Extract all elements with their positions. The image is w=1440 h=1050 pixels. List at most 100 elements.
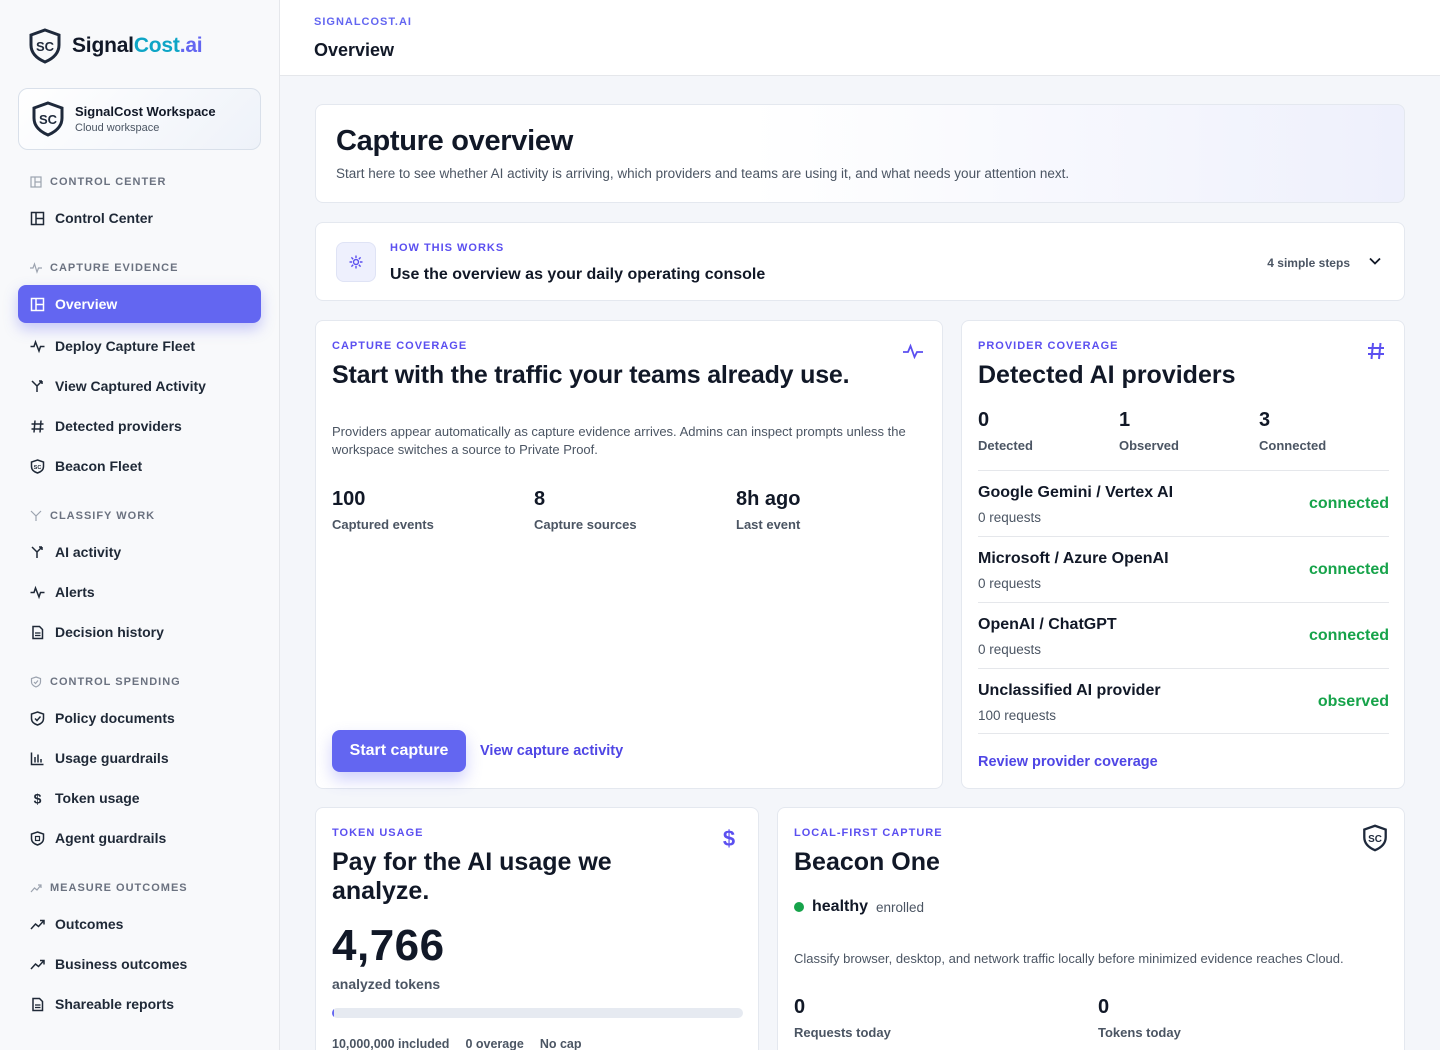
status-badge: connected [1308,561,1389,578]
stat-last-event: 8h ago Last event [736,488,801,532]
token-usage-progress-fill [332,1008,334,1018]
document-icon [32,625,44,639]
nav-section-classify-work: CLASSIFY WORK [30,510,155,522]
svg-text:SC: SC [34,465,42,471]
svg-text:SC: SC [1368,834,1382,845]
nav-item-token-usage[interactable]: $ Token usage [18,779,261,817]
layout-icon [30,176,42,188]
capture-eyebrow: CAPTURE COVERAGE [332,340,468,352]
nav-section-capture-evidence: CAPTURE EVIDENCE [30,262,178,274]
trend-up-icon [30,959,45,970]
chevron-down-icon[interactable] [1368,254,1382,268]
provider-row[interactable]: Microsoft / Azure OpenAI 0 requests conn… [978,536,1389,602]
nav-item-business-outcomes[interactable]: Business outcomes [18,945,261,983]
nav-item-shareable-reports[interactable]: Shareable reports [18,985,261,1023]
nav-item-control-center[interactable]: Control Center [18,199,261,237]
stat-connected: 3 Connected [1259,409,1327,453]
workspace-switcher[interactable]: SC SignalCost Workspace Cloud workspace [18,88,261,150]
review-provider-coverage-link[interactable]: Review provider coverage [978,754,1158,770]
brand-name: SignalCost.ai [72,34,203,57]
hash-icon [1368,342,1384,360]
nav-section-control-spending: CONTROL SPENDING [30,676,181,688]
how-this-works-panel[interactable]: HOW THIS WORKS Use the overview as your … [315,222,1405,301]
hero-title: Capture overview [336,125,573,157]
nav-item-view-captured-activity[interactable]: View Captured Activity [18,367,261,405]
how-eyebrow: HOW THIS WORKS [390,242,505,254]
nav-item-beacon-fleet[interactable]: SC Beacon Fleet [18,447,261,485]
shield-icon: SC [30,458,45,474]
beacon-eyebrow: LOCAL-FIRST CAPTURE [794,827,943,839]
pulse-icon [30,262,42,274]
shield-icon: SC [1363,824,1387,852]
nav-item-deploy-capture-fleet[interactable]: Deploy Capture Fleet [18,327,261,365]
token-meta: 10,000,000 included 0 overage No cap [332,1037,582,1050]
shield-check-icon [30,676,42,688]
how-title: Use the overview as your daily operating… [390,266,766,283]
layout-icon [30,211,45,225]
nav-item-detected-providers[interactable]: Detected providers [18,407,261,445]
stat-capture-sources: 8 Capture sources [534,488,637,532]
hash-icon [31,419,44,433]
hero-subtitle: Start here to see whether AI activity is… [336,166,1070,181]
provider-eyebrow: PROVIDER COVERAGE [978,340,1119,352]
top-header: SIGNALCOST.AI Overview [280,0,1440,76]
stat-detected: 0 Detected [978,409,1033,453]
nav-item-alerts[interactable]: Alerts [18,573,261,611]
document-icon [32,997,44,1011]
arrows-split-icon [31,379,43,392]
sparkle-icon [336,242,376,282]
status-badge: connected [1308,495,1389,512]
token-title: Pay for the AI usage we analyze. [332,848,612,905]
stat-observed: 1 Observed [1119,409,1179,453]
view-capture-activity-link[interactable]: View capture activity [480,743,623,759]
provider-row[interactable]: Google Gemini / Vertex AI 0 requests con… [978,470,1389,536]
provider-coverage-card: PROVIDER COVERAGE Detected AI providers … [961,320,1405,789]
beacon-description: Classify browser, desktop, and network t… [794,951,1344,966]
brand-logo[interactable]: SC SignalCost.ai [28,28,203,64]
nav-item-decision-history[interactable]: Decision history [18,613,261,651]
shield-check-icon [30,710,45,726]
stat-tokens-today: 0 Tokens today [1098,996,1181,1040]
status-badge: connected [1308,627,1389,644]
page-title: Overview [314,40,395,60]
nav-item-outcomes[interactable]: Outcomes [18,905,261,943]
breadcrumb[interactable]: SIGNALCOST.AI [314,16,412,28]
sidebar: SC SignalCost.ai SC SignalCost Workspace… [0,0,280,1050]
beacon-status: healthy enrolled [794,898,924,916]
shield-icon [30,830,45,846]
arrows-split-icon [30,510,42,521]
analyzed-tokens-label: analyzed tokens [332,976,441,992]
beacon-title: Beacon One [794,848,940,876]
token-usage-card: TOKEN USAGE $ Pay for the AI usage we an… [315,807,759,1050]
nav-item-agent-guardrails[interactable]: Agent guardrails [18,819,261,857]
token-usage-progress-bar [332,1008,743,1018]
analyzed-tokens-value: 4,766 [332,921,445,970]
svg-text:$: $ [723,826,735,850]
nav-section-measure-outcomes: MEASURE OUTCOMES [30,882,188,894]
capture-coverage-card: CAPTURE COVERAGE Start with the traffic … [315,320,943,789]
arrows-split-icon [31,545,43,558]
trend-up-icon [30,884,42,893]
bar-chart-icon [30,752,44,765]
status-dot [794,902,804,912]
provider-row[interactable]: Unclassified AI provider 100 requests ob… [978,668,1389,734]
signalcost-shield-icon: SC [29,28,61,64]
workspace-subtitle: Cloud workspace [75,122,160,134]
nav-item-policy-documents[interactable]: Policy documents [18,699,261,737]
how-steps-count: 4 simple steps [1267,256,1350,270]
nav-item-usage-guardrails[interactable]: Usage guardrails [18,739,261,777]
layout-icon [30,297,45,311]
pulse-icon [903,343,923,359]
status-badge: observed [1317,693,1389,710]
capture-title: Start with the traffic your teams alread… [332,361,850,389]
workspace-shield-icon: SC [32,101,64,137]
trend-up-icon [30,919,45,930]
start-capture-button[interactable]: Start capture [332,730,466,772]
provider-row[interactable]: OpenAI / ChatGPT 0 requests connected [978,602,1389,668]
nav-item-overview[interactable]: Overview [18,285,261,323]
nav-item-ai-activity[interactable]: AI activity [18,533,261,571]
stat-captured-events: 100 Captured events [332,488,434,532]
svg-text:SC: SC [39,112,58,127]
capture-description: Providers appear automatically as captur… [332,424,906,457]
workspace-title: SignalCost Workspace [75,104,216,119]
